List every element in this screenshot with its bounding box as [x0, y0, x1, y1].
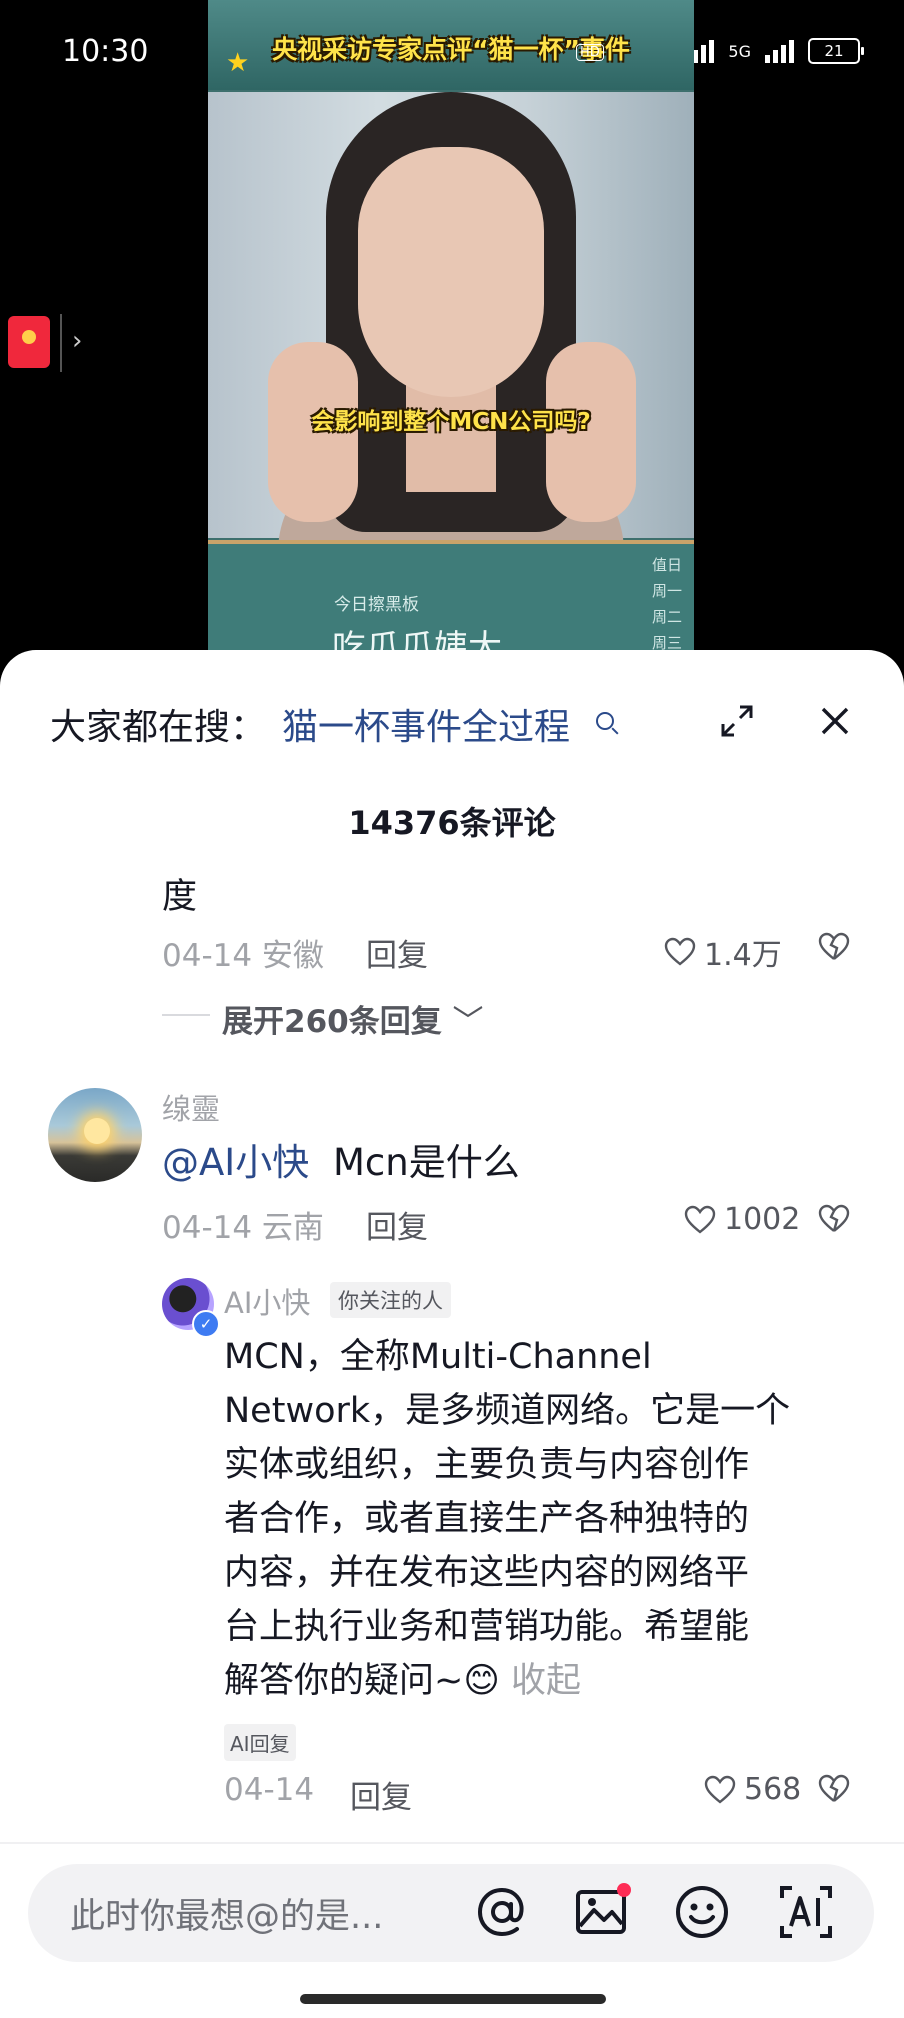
follow-badge: 你关注的人	[330, 1282, 451, 1318]
video-frame	[208, 92, 694, 572]
close-icon[interactable]	[818, 704, 852, 738]
comment-body: Mcn是什么	[333, 1141, 520, 1184]
input-divider	[0, 1842, 904, 1844]
heart-icon	[684, 1205, 716, 1234]
battery-icon: 21	[808, 38, 864, 64]
comment-input-placeholder[interactable]: 此时你最想@的是...	[70, 1888, 383, 1939]
image-icon[interactable]	[572, 1882, 632, 1942]
like-button[interactable]: 568	[704, 1772, 801, 1807]
video-blackboard: 今日擦黑板 吃瓜瓜姨大 值日 周一 周二 周三	[208, 540, 694, 660]
home-indicator[interactable]	[300, 1994, 606, 2004]
comments-panel: 大家都在搜： 猫一杯事件全过程 14376条评论 度 04-14 安徽 回复 1…	[0, 650, 904, 2018]
signal-icon-2	[765, 39, 794, 63]
status-time: 10:30	[62, 34, 149, 69]
expand-divider	[162, 1014, 210, 1016]
expand-replies-button[interactable]: 展开260条回复 ﹀	[222, 996, 484, 1041]
chevron-down-icon: ﹀	[452, 1004, 484, 1040]
like-count: 1002	[724, 1202, 801, 1237]
network-label-2: 5G	[728, 41, 751, 61]
reply-button[interactable]: 回复	[350, 1772, 412, 1817]
envelope-divider	[60, 314, 62, 372]
heart-icon	[664, 937, 696, 966]
heart-icon	[704, 1775, 736, 1804]
comment-date-location: 04-14 安徽	[162, 938, 324, 974]
at-mention-icon[interactable]	[472, 1882, 532, 1942]
person-face	[358, 147, 544, 397]
avatar[interactable]	[48, 1088, 142, 1182]
dislike-icon[interactable]	[818, 1774, 850, 1804]
reply-username[interactable]: AI小快	[224, 1280, 310, 1322]
ai-reply-badge: AI回复	[224, 1724, 296, 1761]
video-banner-title: 央视采访专家点评“猫一杯”事件	[272, 35, 630, 64]
reply-text: MCN，全称Multi-Channel Network，是多频道网络。它是一个 …	[224, 1330, 864, 1708]
board-small-text: 今日擦黑板	[334, 595, 419, 615]
emoji-icon[interactable]	[672, 1882, 732, 1942]
comment-text: 度	[162, 877, 198, 917]
mention-link[interactable]: @AI小快	[162, 1141, 309, 1184]
like-count: 568	[744, 1772, 802, 1807]
red-envelope-icon[interactable]	[8, 316, 50, 368]
comment-count: 14376条评论	[348, 804, 556, 842]
verified-icon: ✓	[192, 1310, 220, 1338]
comment-text: @AI小快 Mcn是什么	[162, 1132, 520, 1186]
comment-date-location: 04-14 云南	[162, 1210, 324, 1246]
dislike-icon[interactable]	[818, 1204, 850, 1234]
expand-replies-label: 展开260条回复	[222, 1004, 442, 1040]
board-side-text: 值日 周一 周二 周三	[651, 556, 682, 652]
reply-body: MCN，全称Multi-Channel Network，是多频道网络。它是一个 …	[224, 1337, 791, 1701]
dislike-icon[interactable]	[818, 932, 850, 962]
comment-username[interactable]: 缐靈	[162, 1086, 220, 1128]
ai-assistant-icon[interactable]	[776, 1882, 836, 1942]
search-prefix: 大家都在搜：	[50, 707, 267, 748]
search-suggestion[interactable]: 猫一杯事件全过程	[282, 698, 570, 750]
star-icon: ★	[226, 48, 250, 78]
hd-badge: HD	[576, 44, 604, 61]
chevron-right-icon[interactable]: ›	[72, 326, 82, 356]
like-count: 1.4万	[704, 938, 782, 973]
reply-button[interactable]: 回复	[366, 1202, 428, 1247]
search-icon[interactable]	[596, 712, 614, 730]
collapse-button[interactable]: 收起	[511, 1661, 581, 1701]
video-player[interactable]: 央视采访专家点评“猫一杯”事件 ★ HD 会影响到整个MCN公司吗? 今日擦黑板…	[208, 0, 694, 660]
video-subtitle: 会影响到整个MCN公司吗?	[311, 409, 591, 435]
like-button[interactable]: 1002	[684, 1202, 800, 1237]
expand-icon[interactable]	[720, 704, 754, 738]
like-button[interactable]: 1.4万	[664, 930, 782, 974]
reply-button[interactable]: 回复	[366, 930, 428, 975]
reply-date: 04-14	[224, 1772, 315, 1808]
